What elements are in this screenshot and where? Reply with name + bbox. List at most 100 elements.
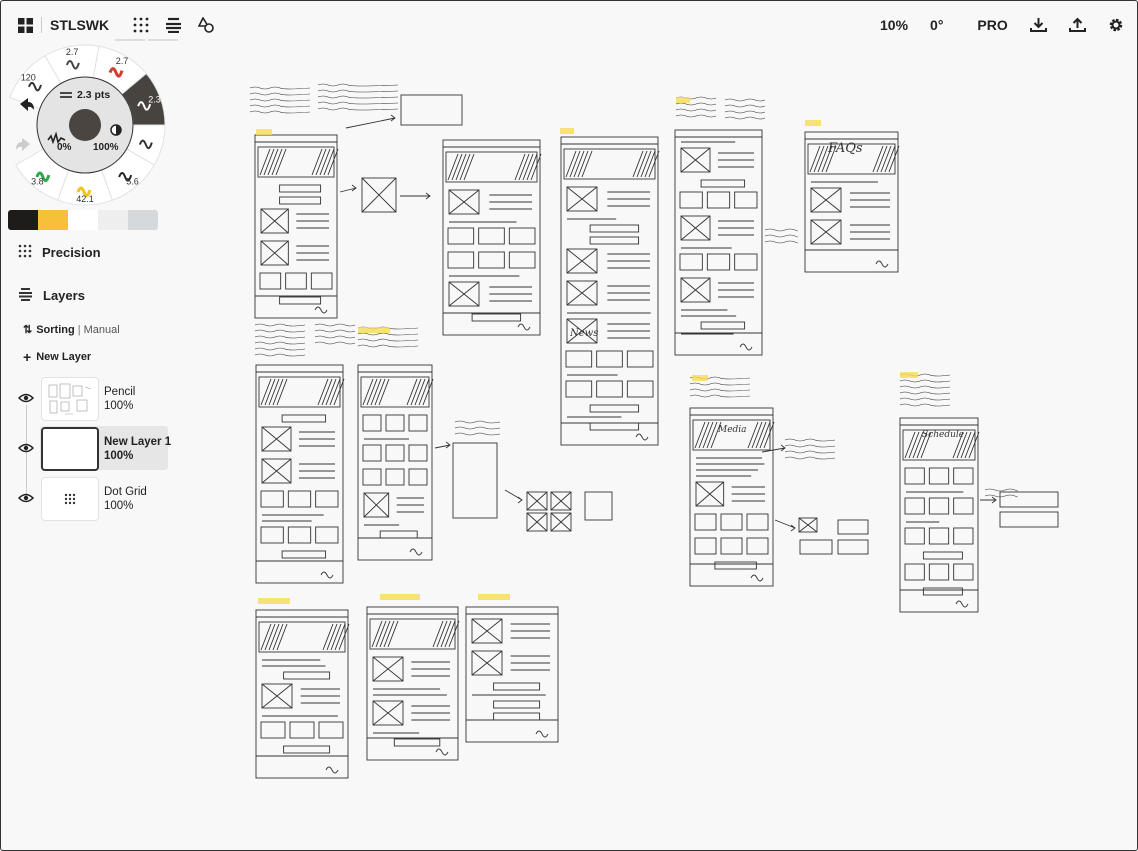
import-icon[interactable]: [1029, 17, 1047, 33]
document-title[interactable]: STLSWK: [50, 17, 109, 33]
handwritten-note: [899, 385, 951, 389]
arrow-mark: [761, 444, 786, 453]
handwritten-note: [357, 332, 419, 336]
handwritten-note: [689, 394, 751, 398]
layers-icon[interactable]: [165, 17, 182, 33]
layer-opacity: 100%: [104, 500, 134, 512]
preset-size-label: 5.6: [126, 177, 139, 187]
layer-thumbnail[interactable]: [41, 377, 99, 421]
handwritten-note: [254, 341, 306, 345]
handwritten-note: [249, 92, 311, 96]
pro-button[interactable]: PRO: [977, 17, 1007, 33]
layers-menu[interactable]: Layers: [18, 287, 85, 304]
handwritten-note: [254, 335, 306, 339]
handwritten-note: [317, 89, 399, 93]
sketch-box: [837, 519, 869, 535]
sorting-value: Manual: [83, 323, 120, 336]
sketch-label: News: [569, 328, 598, 339]
handwritten-note: [724, 110, 766, 114]
precision-menu[interactable]: Precision: [18, 244, 101, 261]
handwritten-note: [317, 95, 399, 99]
handwritten-note: [764, 228, 798, 232]
rotation-angle[interactable]: 0°: [930, 17, 943, 33]
zoom-level[interactable]: 10%: [880, 17, 908, 33]
visibility-eye-icon[interactable]: [17, 490, 35, 508]
opacity-value[interactable]: 100%: [93, 142, 119, 153]
sorting-label: Sorting: [36, 323, 75, 336]
highlight-mark: [358, 327, 390, 333]
handwritten-note: [689, 382, 751, 386]
sketch-box: [452, 442, 498, 519]
sketch-box: [999, 491, 1059, 508]
layer-info: Dot Grid 100%: [104, 485, 147, 513]
handwritten-note: [314, 341, 356, 345]
highlight-mark: [676, 97, 690, 103]
sketch-box: [999, 511, 1059, 528]
precision-grid-icon: [18, 244, 32, 261]
export-icon[interactable]: [1068, 17, 1086, 33]
new-layer-button[interactable]: + New Layer: [23, 349, 91, 365]
precision-grid-icon[interactable]: [133, 17, 149, 33]
shapes-icon[interactable]: [198, 17, 214, 33]
brush-size-readout[interactable]: 2.3 pts: [60, 89, 110, 101]
color-swatch[interactable]: [8, 210, 38, 230]
tool-wheel[interactable]: 120 2.7 2.7 2.3 5.6 42.1 3.8: [0, 40, 180, 210]
handwritten-note: [784, 450, 836, 454]
layer-row[interactable]: Dot Grid 100%: [17, 477, 147, 521]
layer-thumbnail[interactable]: [41, 427, 99, 471]
handwritten-note: [314, 335, 356, 339]
preset-size-label: 2.7: [66, 47, 79, 57]
handwritten-note: [899, 379, 951, 383]
handwritten-note: [784, 456, 836, 460]
highlight-mark: [692, 375, 708, 381]
wireframe-sketch: [366, 606, 459, 761]
color-swatch[interactable]: [68, 210, 98, 230]
highlight-mark: [805, 120, 821, 126]
arrow-mark: [434, 441, 451, 449]
smoothing-value[interactable]: 0%: [57, 142, 71, 153]
brush-color-swatch[interactable]: [69, 109, 101, 141]
handwritten-note: [689, 388, 751, 392]
preset-size-label: 42.1: [76, 194, 94, 204]
color-swatch[interactable]: [98, 210, 128, 230]
layer-row[interactable]: Pencil 100%: [17, 377, 135, 421]
color-swatch[interactable]: [38, 210, 68, 230]
sketch-box: [400, 94, 463, 126]
handwritten-note: [357, 338, 419, 342]
plus-icon: +: [23, 349, 32, 365]
handwritten-note: [899, 391, 951, 395]
layer-row[interactable]: New Layer 1 100%: [17, 426, 172, 471]
sorting-control[interactable]: ⇅ Sorting | Manual: [23, 323, 120, 337]
layer-name: New Layer 1: [104, 436, 172, 448]
handwritten-note: [984, 494, 1018, 498]
arrow-mark: [980, 496, 997, 504]
handwritten-note: [675, 102, 717, 106]
handwritten-note: [317, 83, 399, 87]
handwritten-note: [254, 323, 306, 327]
color-palette: [8, 210, 158, 230]
preset-size-label: 2.7: [116, 56, 129, 66]
sketch-label: Schedule: [922, 430, 964, 440]
handwritten-note: [454, 432, 501, 436]
precision-label: Precision: [42, 245, 101, 260]
layers-label: Layers: [43, 288, 85, 303]
preset-size-label: 120: [21, 72, 36, 82]
color-swatch[interactable]: [128, 210, 158, 230]
preset-size-label: 3.8: [31, 177, 44, 187]
redo-icon[interactable]: [16, 138, 30, 151]
handwritten-note: [249, 86, 311, 90]
separator: |: [77, 323, 81, 336]
handwritten-note: [249, 104, 311, 108]
visibility-eye-icon[interactable]: [17, 390, 35, 408]
layers-icon: [18, 287, 33, 304]
arrow-mark: [774, 519, 796, 532]
gallery-grid-icon[interactable]: [18, 17, 33, 33]
sketch-label: Media: [717, 425, 747, 435]
handwritten-note: [254, 353, 306, 357]
visibility-eye-icon[interactable]: [17, 440, 35, 458]
settings-gear-icon[interactable]: [1108, 17, 1124, 33]
wireframe-sketch: [255, 364, 344, 584]
handwritten-note: [675, 114, 717, 118]
wireframe-sketch: [674, 129, 763, 356]
layer-thumbnail[interactable]: [41, 477, 99, 521]
